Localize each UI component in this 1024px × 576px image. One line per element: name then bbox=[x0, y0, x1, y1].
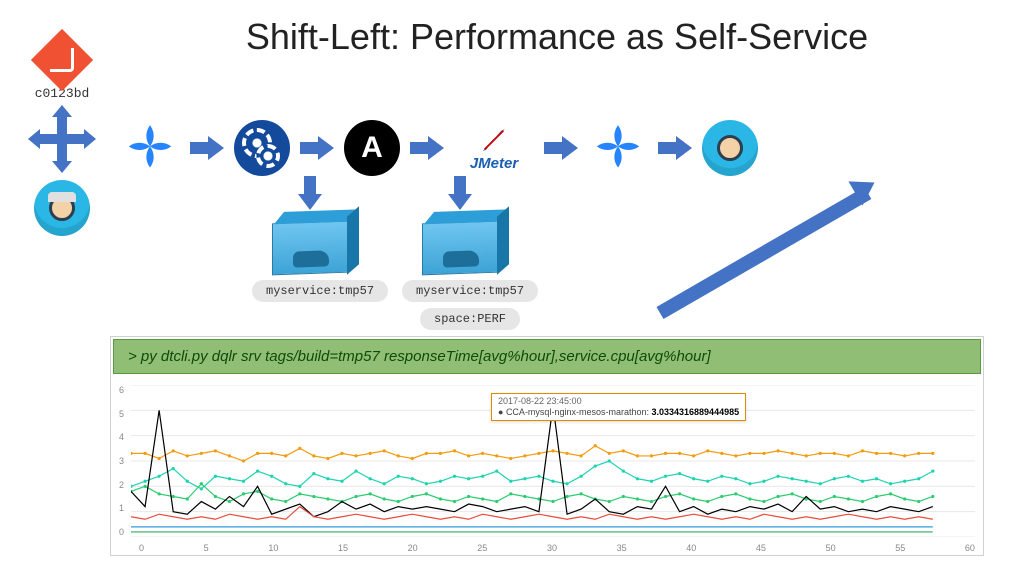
docker-container-icon bbox=[422, 221, 498, 276]
ansible-icon bbox=[344, 120, 400, 176]
git-commit: c0123bd bbox=[32, 30, 92, 101]
tooltip-value: 3.0334316889444985 bbox=[652, 407, 740, 417]
build-tag-pill: myservice:tmp57 bbox=[252, 280, 388, 302]
jmeter-feather-icon bbox=[479, 125, 509, 155]
arrow-right-icon bbox=[544, 138, 578, 158]
arrow-right-icon bbox=[300, 138, 334, 158]
arrow-down-icon bbox=[450, 176, 470, 210]
page-title: Shift-Left: Performance as Self-Service bbox=[150, 16, 964, 58]
command-bar: > py dtcli.py dqlr srv tags/build=tmp57 … bbox=[113, 339, 981, 374]
chart-x-axis: 051015202530354045505560 bbox=[139, 543, 975, 553]
deploy-space-pill: space:PERF bbox=[420, 308, 520, 330]
arrow-right-icon bbox=[410, 138, 444, 158]
arrow-right-icon bbox=[658, 138, 692, 158]
git-icon bbox=[31, 29, 93, 91]
jmeter-label: JMeter bbox=[454, 155, 534, 172]
deploy-tag-pill: myservice:tmp57 bbox=[402, 280, 538, 302]
jmeter-node: JMeter bbox=[454, 125, 534, 172]
bidirectional-arrow-icon bbox=[38, 115, 86, 163]
docker-container-icon bbox=[272, 221, 348, 276]
jira-icon bbox=[120, 118, 180, 178]
tooltip-series: CCA-mysql-nginx-mesos-marathon: bbox=[506, 407, 649, 417]
pipeline-row: JMeter bbox=[120, 108, 1004, 188]
metrics-panel: > py dtcli.py dqlr srv tags/build=tmp57 … bbox=[110, 336, 984, 556]
diagonal-arrow-icon bbox=[660, 180, 870, 320]
build-gears-icon bbox=[234, 120, 290, 176]
jira-icon bbox=[588, 118, 648, 178]
developer-avatar bbox=[34, 180, 90, 236]
arrow-down-icon bbox=[300, 176, 320, 210]
tooltip-timestamp: 2017-08-22 23:45:00 bbox=[498, 396, 739, 407]
developer-avatar bbox=[702, 120, 758, 176]
chart-tooltip: 2017-08-22 23:45:00 ● CCA-mysql-nginx-me… bbox=[491, 393, 746, 421]
arrow-right-icon bbox=[190, 138, 224, 158]
